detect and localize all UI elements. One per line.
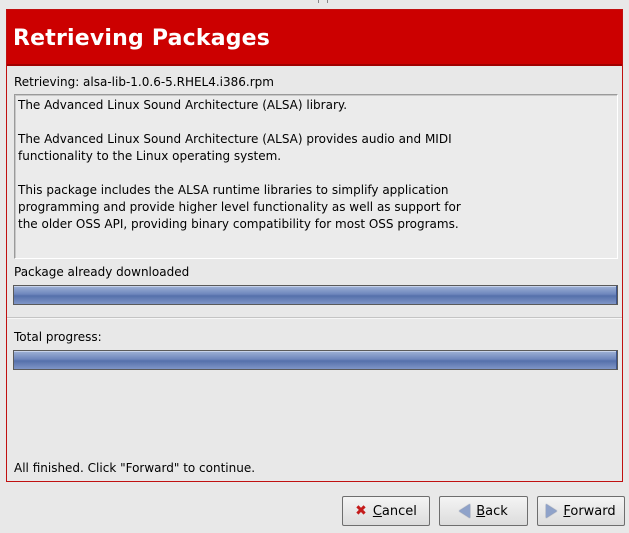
installer-panel: Retrieving Packages Retrieving: alsa-lib…	[6, 9, 623, 482]
window-divider	[318, 0, 328, 3]
description-paragraph: This package includes the ALSA runtime l…	[18, 183, 461, 231]
back-arrow-icon	[459, 504, 471, 518]
top-edge	[0, 0, 629, 8]
total-progress-label: Total progress:	[14, 330, 102, 344]
forward-button[interactable]: Forward	[537, 496, 625, 526]
cancel-button[interactable]: ✖ Cancel	[342, 496, 430, 526]
separator	[7, 317, 622, 319]
forward-button-label: Forward	[563, 503, 616, 519]
page-title: Retrieving Packages	[13, 26, 271, 51]
retrieving-label: Retrieving: alsa-lib-1.0.6-5.RHEL4.i386.…	[14, 75, 274, 89]
total-progress-bar	[13, 350, 618, 370]
back-button[interactable]: Back	[439, 496, 528, 526]
cancel-button-label: Cancel	[372, 503, 417, 519]
cancel-x-icon: ✖	[355, 503, 367, 519]
status-message: All finished. Click "Forward" to continu…	[14, 461, 256, 475]
back-button-label: Back	[476, 503, 508, 519]
header-banner: Retrieving Packages	[7, 10, 622, 66]
package-description-box: The Advanced Linux Sound Architecture (A…	[14, 94, 618, 259]
forward-arrow-icon	[546, 504, 558, 518]
package-progress-bar	[13, 285, 618, 305]
total-progress-fill	[14, 351, 617, 369]
package-progress-label: Package already downloaded	[14, 265, 190, 279]
description-paragraph: The Advanced Linux Sound Architecture (A…	[18, 132, 452, 163]
description-paragraph: The Advanced Linux Sound Architecture (A…	[18, 98, 348, 112]
package-progress-fill	[14, 286, 617, 304]
